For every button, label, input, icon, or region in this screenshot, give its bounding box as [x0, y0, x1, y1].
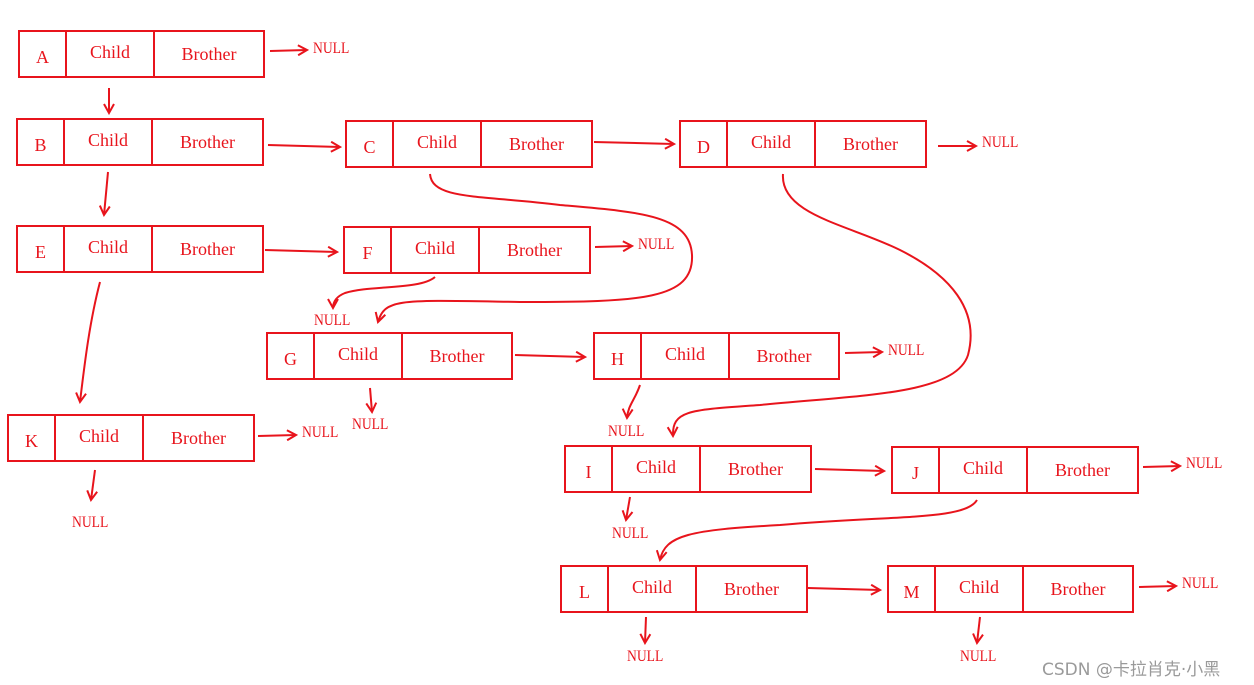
arrow-e-child-k: [80, 281, 101, 402]
arrow-c-brother-d: [593, 142, 674, 144]
arrow-j-child-l: [660, 499, 978, 560]
arrow-l-child-null: [645, 616, 646, 643]
arrow-j-brother-null: [1142, 466, 1180, 467]
arrows-layer: [0, 0, 1254, 685]
arrow-g-brother-h: [514, 355, 585, 357]
arrow-m-brother-null: [1138, 586, 1176, 587]
arrow-b-child-e: [104, 171, 108, 215]
arrow-e-brother-f: [264, 250, 337, 252]
arrow-f-brother-null: [594, 246, 632, 247]
arrow-h-brother-null: [844, 352, 882, 353]
arrow-f-child-null: [333, 276, 436, 308]
arrow-l-brother-m: [807, 588, 880, 590]
arrow-m-child-null: [977, 616, 980, 643]
watermark: CSDN @卡拉肖克·小黑: [1042, 660, 1221, 680]
arrow-i-child-null: [626, 496, 630, 520]
arrow-a-brother-null: [269, 50, 307, 51]
arrow-k-child-null: [91, 469, 95, 500]
arrow-i-brother-j: [814, 469, 884, 471]
arrow-k-brother-null: [257, 435, 296, 436]
arrow-b-brother-c: [267, 145, 340, 147]
arrow-c-child-g: [378, 173, 694, 322]
arrow-h-child-null: [627, 384, 641, 418]
arrow-g-child-null: [370, 387, 372, 412]
arrow-d-child-i: [673, 173, 972, 436]
